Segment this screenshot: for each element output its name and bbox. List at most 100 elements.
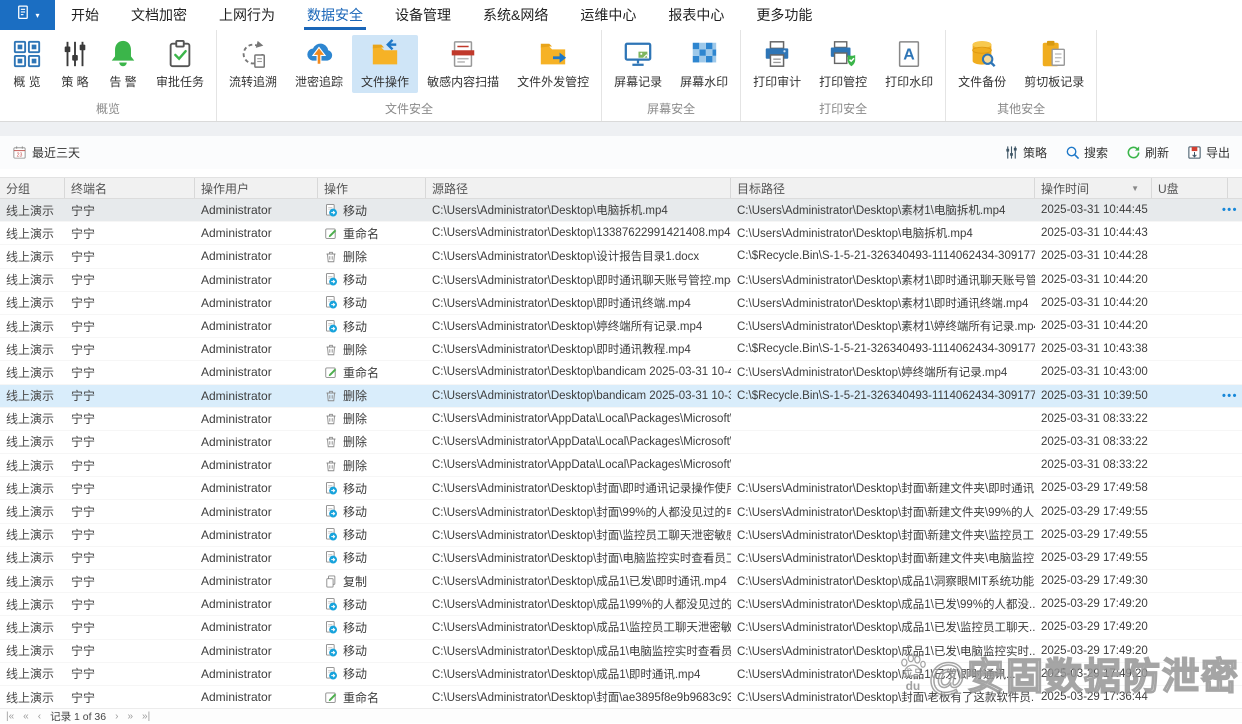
cell-group: 线上演示 bbox=[6, 644, 55, 659]
ribbon-item[interactable]: 屏幕记录 bbox=[605, 35, 671, 93]
tab[interactable]: 数据安全 bbox=[291, 0, 379, 30]
ribbon-item[interactable]: 文件备份 bbox=[949, 35, 1015, 93]
table-row[interactable]: 线上演示 宁宁 Administrator 删除 C:\Users\Admini… bbox=[0, 454, 1242, 478]
cell-source-path: C:\Users\Administrator\Desktop\封面\即时通讯记录… bbox=[432, 483, 731, 496]
cell-terminal: 宁宁 bbox=[71, 342, 96, 357]
table-row[interactable]: 线上演示 宁宁 Administrator 复制 C:\Users\Admini… bbox=[0, 570, 1242, 594]
ribbon-item[interactable]: 屏幕水印 bbox=[671, 35, 737, 93]
table-row[interactable]: 线上演示 宁宁 Administrator 移动 C:\Users\Admini… bbox=[0, 291, 1242, 315]
ribbon-item-icon bbox=[1039, 39, 1069, 69]
ribbon-item-label: 文件操作 bbox=[361, 75, 410, 89]
ribbon-item[interactable]: 文件操作 bbox=[352, 35, 419, 93]
pager-prev-fast-button[interactable]: « bbox=[23, 711, 29, 722]
table-row[interactable]: 线上演示 宁宁 Administrator 移动 C:\Users\Admini… bbox=[0, 546, 1242, 570]
table-row[interactable]: 线上演示 宁宁 Administrator 移动 C:\Users\Admini… bbox=[0, 500, 1242, 524]
ribbon-item[interactable]: 打印管控 bbox=[810, 35, 876, 93]
column-header-label: 操作 bbox=[324, 181, 349, 196]
tab[interactable]: 上网行为 bbox=[203, 0, 291, 30]
table-row[interactable]: 线上演示 宁宁 Administrator 移动 C:\Users\Admini… bbox=[0, 199, 1242, 223]
cell-user: Administrator bbox=[201, 226, 272, 241]
toolbar-action-label: 搜索 bbox=[1083, 146, 1108, 160]
tab[interactable]: 系统&网络 bbox=[467, 0, 564, 30]
table-row[interactable]: 线上演示 宁宁 Administrator 移动 C:\Users\Admini… bbox=[0, 523, 1242, 547]
table-row[interactable]: 线上演示 宁宁 Administrator 移动 C:\Users\Admini… bbox=[0, 639, 1242, 663]
ribbon-item[interactable]: 文件外发管控 bbox=[508, 35, 598, 93]
cell-operation: 移动 bbox=[318, 294, 426, 311]
cell-user: Administrator bbox=[201, 550, 272, 565]
cell-group: 线上演示 bbox=[6, 551, 55, 566]
cell-user: Administrator bbox=[201, 203, 272, 218]
column-header[interactable]: 操作时间 ▼ bbox=[1035, 178, 1152, 198]
toolbar-action[interactable]: 导出 bbox=[1187, 144, 1230, 161]
tab[interactable]: 开始 bbox=[55, 0, 115, 30]
cell-source-path: C:\Users\Administrator\AppData\Local\Pac… bbox=[432, 435, 731, 448]
ribbon-item[interactable]: 泄密追踪 bbox=[286, 35, 352, 93]
table-row[interactable]: 线上演示 宁宁 Administrator 移动 C:\Users\Admini… bbox=[0, 593, 1242, 617]
op-label: 移动 bbox=[343, 273, 368, 288]
op-label: 删除 bbox=[343, 342, 368, 357]
tab[interactable]: 文档加密 bbox=[115, 0, 203, 30]
op-label: 重命名 bbox=[343, 690, 380, 705]
column-header[interactable]: 分组 bbox=[0, 178, 65, 198]
cell-time: 2025-03-29 17:36:44 bbox=[1041, 691, 1148, 704]
column-header[interactable]: 源路径 bbox=[426, 178, 731, 198]
column-header[interactable]: 目标路径 bbox=[731, 178, 1035, 198]
toolbar-action[interactable]: 策略 bbox=[1004, 144, 1047, 161]
ribbon-item[interactable]: 敏感内容扫描 bbox=[418, 35, 508, 93]
ribbon-item[interactable]: 告 警 bbox=[99, 35, 147, 93]
table-row[interactable]: 线上演示 宁宁 Administrator 删除 C:\Users\Admini… bbox=[0, 338, 1242, 362]
ribbon-item-icon bbox=[108, 39, 138, 69]
pager-prev-button[interactable]: ‹ bbox=[38, 711, 41, 722]
cell-user: Administrator bbox=[201, 342, 272, 357]
ribbon-item[interactable]: 概 览 bbox=[3, 35, 51, 93]
tab[interactable]: 设备管理 bbox=[379, 0, 467, 30]
cell-time: 2025-03-31 10:39:50 bbox=[1041, 389, 1148, 402]
ribbon-item[interactable]: 打印审计 bbox=[744, 35, 810, 93]
ribbon-item-label: 打印水印 bbox=[885, 75, 934, 89]
table-row[interactable]: 线上演示 宁宁 Administrator 删除 C:\Users\Admini… bbox=[0, 407, 1242, 431]
cell-source-path: C:\Users\Administrator\Desktop\bandicam … bbox=[432, 389, 731, 402]
ribbon-item[interactable]: 审批任务 bbox=[147, 35, 213, 93]
pager-next-button[interactable]: › bbox=[115, 711, 118, 722]
ribbon-item-icon bbox=[828, 39, 858, 69]
column-header[interactable]: 操作 bbox=[318, 178, 426, 198]
table-row[interactable]: 线上演示 宁宁 Administrator 删除 C:\Users\Admini… bbox=[0, 245, 1242, 269]
row-actions-dots[interactable]: ••• bbox=[1222, 390, 1238, 402]
table-row[interactable]: 线上演示 宁宁 Administrator 删除 C:\Users\Admini… bbox=[0, 430, 1242, 455]
table-row[interactable]: 线上演示 宁宁 Administrator 移动 C:\Users\Admini… bbox=[0, 616, 1242, 640]
pager-last-button[interactable]: »| bbox=[142, 711, 150, 722]
ribbon-item[interactable]: A 打印水印 bbox=[876, 35, 942, 93]
cell-operation: 移动 bbox=[318, 549, 426, 566]
column-header[interactable]: U盘 bbox=[1152, 178, 1228, 198]
table-row[interactable]: 线上演示 宁宁 Administrator 移动 C:\Users\Admini… bbox=[0, 662, 1242, 686]
column-header[interactable]: 操作用户 bbox=[195, 178, 318, 198]
cell-target-path: C:\Users\Administrator\Desktop\成品1\已发\电脑… bbox=[737, 645, 1035, 658]
ribbon-item-label: 流转追溯 bbox=[229, 75, 278, 89]
cell-target-path: C:\Users\Administrator\Desktop\素材1\即时通讯终… bbox=[737, 297, 1029, 310]
date-filter[interactable]: 23 最近三天 bbox=[12, 144, 80, 161]
table-row[interactable]: 线上演示 宁宁 Administrator 重命名 C:\Users\Admin… bbox=[0, 685, 1242, 710]
ribbon-item[interactable]: 剪切板记录 bbox=[1015, 35, 1093, 93]
toolbar-action[interactable]: 刷新 bbox=[1126, 144, 1169, 161]
table-row[interactable]: 线上演示 宁宁 Administrator 移动 C:\Users\Admini… bbox=[0, 477, 1242, 501]
table-row[interactable]: 线上演示 宁宁 Administrator 移动 C:\Users\Admini… bbox=[0, 314, 1242, 339]
tab[interactable]: 更多功能 bbox=[740, 0, 828, 30]
tab[interactable]: 报表中心 bbox=[652, 0, 740, 30]
row-actions-dots[interactable]: ••• bbox=[1222, 204, 1238, 216]
filter-arrow-icon[interactable]: ▼ bbox=[1131, 184, 1139, 193]
ribbon-item[interactable]: 流转追溯 bbox=[220, 35, 286, 93]
column-header[interactable]: 终端名 bbox=[65, 178, 195, 198]
app-menu-button[interactable]: ▾ bbox=[0, 0, 55, 30]
table-row[interactable]: 线上演示 宁宁 Administrator 移动 C:\Users\Admini… bbox=[0, 268, 1242, 292]
pager-next-fast-button[interactable]: » bbox=[127, 711, 133, 722]
tab[interactable]: 运维中心 bbox=[564, 0, 652, 30]
app-menu-icon bbox=[15, 4, 32, 26]
table-row[interactable]: 线上演示 宁宁 Administrator 重命名 C:\Users\Admin… bbox=[0, 361, 1242, 385]
ribbon-item[interactable]: 策 略 bbox=[51, 35, 99, 93]
ribbon-item-icon bbox=[12, 39, 42, 69]
toolbar-action[interactable]: 搜索 bbox=[1065, 144, 1108, 161]
cell-source-path: C:\Users\Administrator\Desktop\封面\99%的人都… bbox=[432, 506, 731, 519]
pager-first-button[interactable]: |« bbox=[6, 711, 14, 722]
table-row[interactable]: 线上演示 宁宁 Administrator 重命名 C:\Users\Admin… bbox=[0, 222, 1242, 246]
table-row[interactable]: 线上演示 宁宁 Administrator 删除 C:\Users\Admini… bbox=[0, 384, 1242, 408]
